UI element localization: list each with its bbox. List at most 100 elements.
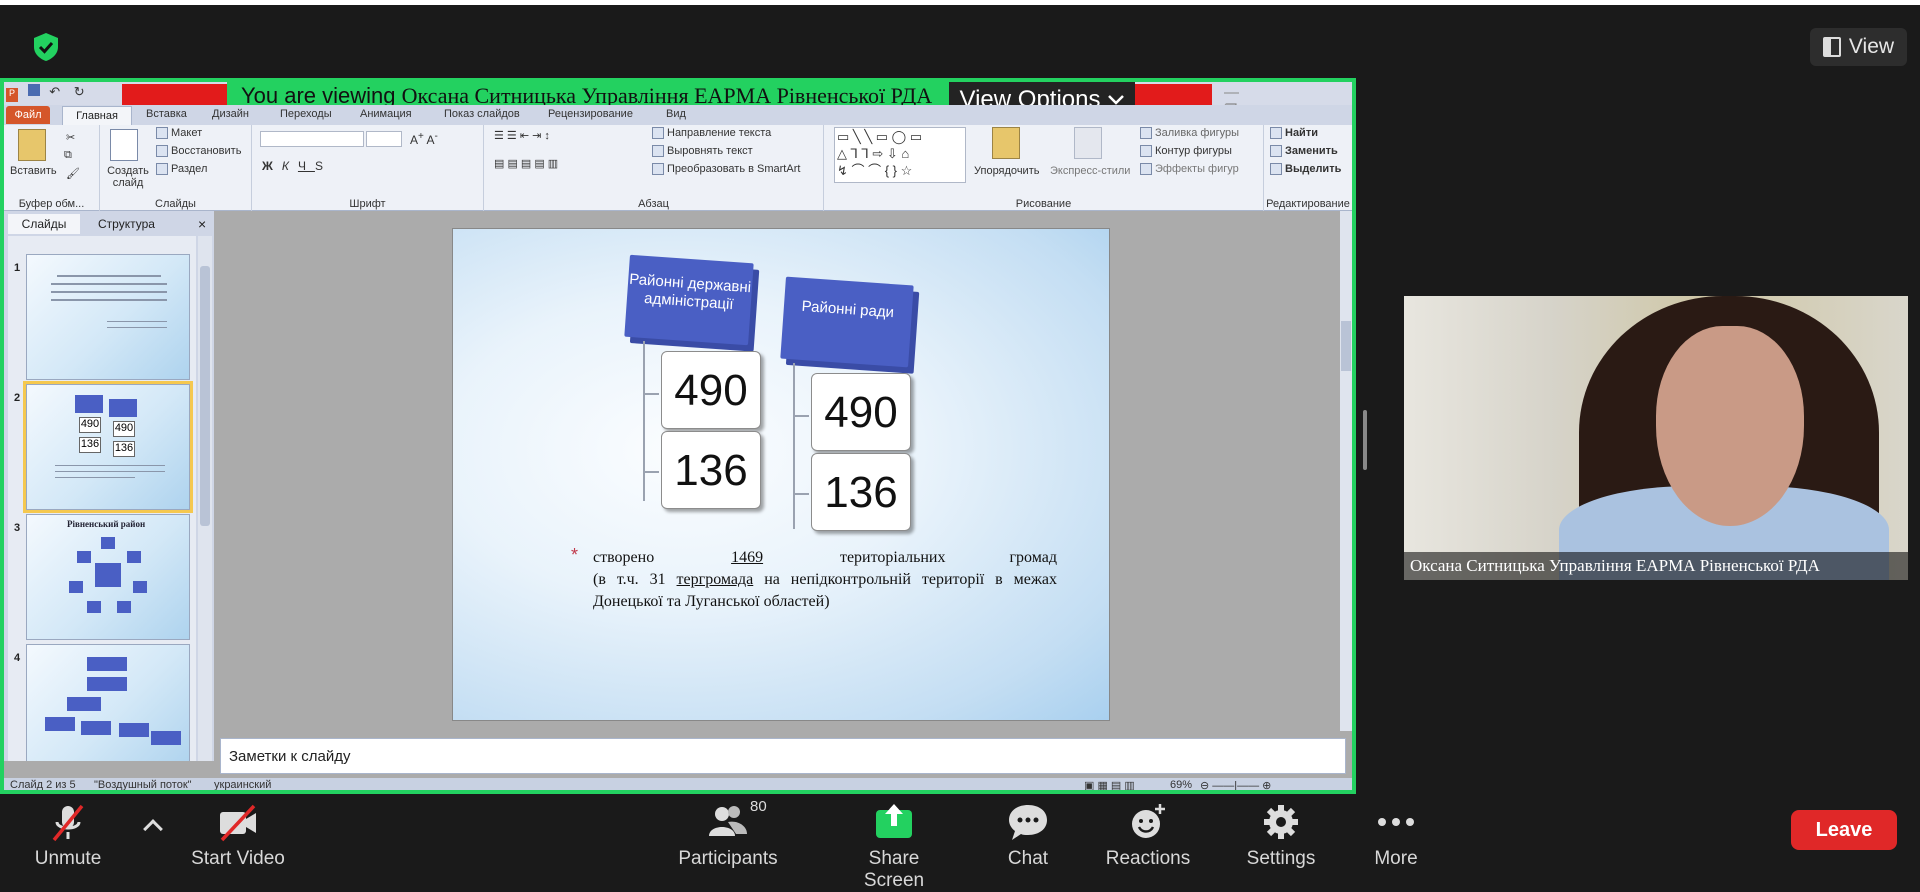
tab-slides[interactable]: Слайды xyxy=(8,214,80,234)
select-button[interactable]: Выделить xyxy=(1270,163,1341,176)
replace-button[interactable]: Заменить xyxy=(1270,145,1338,158)
quick-styles-icon[interactable] xyxy=(1074,127,1102,159)
save-icon[interactable] xyxy=(27,84,40,96)
participant-video[interactable]: Оксана Ситницька Управління ЕАРМА Рівнен… xyxy=(1404,296,1908,580)
chat-button[interactable]: Chat xyxy=(990,802,1066,870)
reactions-button[interactable]: Reactions xyxy=(1100,802,1196,870)
paste-button[interactable]: Вставить xyxy=(10,165,57,177)
slide-notes[interactable]: Заметки к слайду xyxy=(220,738,1346,774)
tab-view[interactable]: Вид xyxy=(666,108,686,120)
thumb-text-line xyxy=(51,291,167,293)
thumbnails-scrollbar[interactable] xyxy=(198,236,212,761)
smartart-label: Преобразовать в SmartArt xyxy=(667,163,801,175)
shape-effects-button[interactable]: Эффекты фигур xyxy=(1140,163,1239,176)
leave-button[interactable]: Leave xyxy=(1791,810,1897,850)
tab-insert[interactable]: Вставка xyxy=(146,108,187,120)
bullet-star: * xyxy=(571,545,579,565)
editing-group-label: Редактирование xyxy=(1266,198,1350,210)
new-slide-icon[interactable] xyxy=(110,129,138,161)
start-video-label: Start Video xyxy=(191,848,285,869)
layout-button[interactable]: Макет xyxy=(156,127,202,140)
tab-outline[interactable]: Структура xyxy=(98,214,155,234)
editor-scrollbar-thumb[interactable] xyxy=(1341,321,1351,371)
format-painter-icon[interactable]: 🖌 xyxy=(66,167,80,180)
more-button[interactable]: More xyxy=(1370,802,1422,870)
thumb-shape xyxy=(117,601,131,613)
view-mode-icons[interactable]: ▣ ▦ ▤ ▥ xyxy=(1084,779,1135,790)
thumb-number-box: 490 xyxy=(79,417,101,433)
find-button[interactable]: Найти xyxy=(1270,127,1318,140)
thumb-text-line xyxy=(57,275,161,277)
thumb-shape xyxy=(127,551,141,563)
powerpoint-icon: P xyxy=(6,88,18,102)
zoom-level[interactable]: 69% xyxy=(1170,779,1192,790)
quick-access-toolbar[interactable]: P ↶ ↻ xyxy=(6,84,85,102)
editing-group: Найти Заменить Выделить Редактирование xyxy=(1264,125,1352,211)
tab-home[interactable]: Главная xyxy=(62,106,132,125)
text-direction-label: Направление текста xyxy=(667,127,772,139)
arrange-icon[interactable] xyxy=(992,127,1020,159)
slides-pane: Слайды Структура × 1 2 490 490 136 136 3… xyxy=(4,211,214,761)
current-slide[interactable]: Районні державні адміністрації Районні р… xyxy=(452,228,1110,721)
slide-counter: Слайд 2 из 5 xyxy=(10,779,76,791)
scrollbar-thumb[interactable] xyxy=(200,266,210,526)
grow-font-icon[interactable]: A+ A- xyxy=(410,131,438,147)
tab-transitions[interactable]: Переходы xyxy=(280,108,332,120)
settings-button[interactable]: Settings xyxy=(1236,802,1326,870)
share-screen-button[interactable]: Share Screen xyxy=(836,802,952,892)
start-video-button[interactable]: Start Video xyxy=(186,802,290,870)
copy-icon[interactable]: ⧉ xyxy=(64,149,72,162)
tab-slideshow[interactable]: Показ слайдов xyxy=(444,108,520,120)
shapes-gallery[interactable]: ▭ ╲ ╲ ▭ ◯ ▭ △ ⅂ ⅂ ⇨ ⇩ ⌂ ↯ ⌒ ⌒ { } ☆ xyxy=(834,127,966,183)
align-icons[interactable]: ▤ ▤ ▤ ▤ ▥ xyxy=(494,157,558,170)
panel-divider[interactable] xyxy=(1363,410,1367,470)
font-style-buttons[interactable]: ЖКЧS xyxy=(262,159,332,173)
editor-scrollbar[interactable] xyxy=(1340,211,1352,731)
clipboard-label: Буфер обм... xyxy=(18,198,85,210)
view-button[interactable]: View xyxy=(1810,28,1907,66)
thumb-panel xyxy=(109,399,137,417)
slide-thumb-3[interactable]: Рівненський район xyxy=(26,514,190,640)
slide-thumb-2[interactable]: 490 490 136 136 xyxy=(26,384,190,510)
tab-review[interactable]: Рецензирование xyxy=(548,108,633,120)
tab-animation[interactable]: Анимация xyxy=(360,108,412,120)
new-slide-button[interactable]: Создать слайд xyxy=(106,165,150,189)
font-size-select[interactable] xyxy=(366,131,402,147)
language[interactable]: украинский xyxy=(214,779,271,790)
tab-design[interactable]: Дизайн xyxy=(212,108,249,120)
font-group: A+ A- ЖКЧS Шрифт xyxy=(252,125,484,211)
smartart-button[interactable]: Преобразовать в SmartArt xyxy=(652,163,801,176)
shape-outline-button[interactable]: Контур фигуры xyxy=(1140,145,1232,158)
close-pane-icon[interactable]: × xyxy=(198,214,206,234)
cut-icon[interactable]: ✂ xyxy=(66,131,75,144)
undo-icon[interactable]: ↶ xyxy=(49,84,60,99)
bullets-icon[interactable]: ☰ ☰ ⇤ ⇥ ↕ xyxy=(494,129,550,142)
reset-button[interactable]: Восстановить xyxy=(156,145,241,158)
zoom-slider[interactable]: ⊖ ——|—— ⊕ xyxy=(1200,779,1271,790)
bullet-communities: територіальних громад xyxy=(839,549,1057,566)
quick-styles-button[interactable]: Экспресс-стили xyxy=(1050,165,1130,177)
paste-icon[interactable] xyxy=(18,129,46,161)
audio-options-chevron-icon[interactable] xyxy=(143,819,163,839)
ribbon: Вставить ✂ ⧉ 🖌 Буфер обм... Создать слай… xyxy=(4,125,1352,211)
encryption-shield-icon[interactable] xyxy=(32,32,60,62)
arrange-button[interactable]: Упорядочить xyxy=(974,165,1039,177)
thumb-text-line xyxy=(51,283,167,285)
minimize-icon[interactable]: — xyxy=(1224,84,1269,101)
thumb-shape xyxy=(87,601,101,613)
font-name-select[interactable] xyxy=(260,131,364,147)
clipboard-group: Вставить ✂ ⧉ 🖌 Буфер обм... xyxy=(4,125,100,211)
more-label: More xyxy=(1374,848,1418,869)
bullet-tergromada: тергромада xyxy=(676,571,754,588)
slide-thumb-1[interactable] xyxy=(26,254,190,380)
tab-file[interactable]: Файл xyxy=(6,106,50,124)
unmute-button[interactable]: Unmute xyxy=(26,802,110,870)
redo-icon[interactable]: ↻ xyxy=(74,84,85,99)
slide-thumb-4[interactable] xyxy=(26,644,190,761)
section-button[interactable]: Раздел xyxy=(156,163,207,176)
shape-fill-button[interactable]: Заливка фигуры xyxy=(1140,127,1239,140)
text-direction-button[interactable]: Направление текста xyxy=(652,127,772,140)
thumb-shape xyxy=(45,717,75,731)
align-text-button[interactable]: Выровнять текст xyxy=(652,145,753,158)
slide-editor: Районні державні адміністрації Районні р… xyxy=(216,211,1352,731)
